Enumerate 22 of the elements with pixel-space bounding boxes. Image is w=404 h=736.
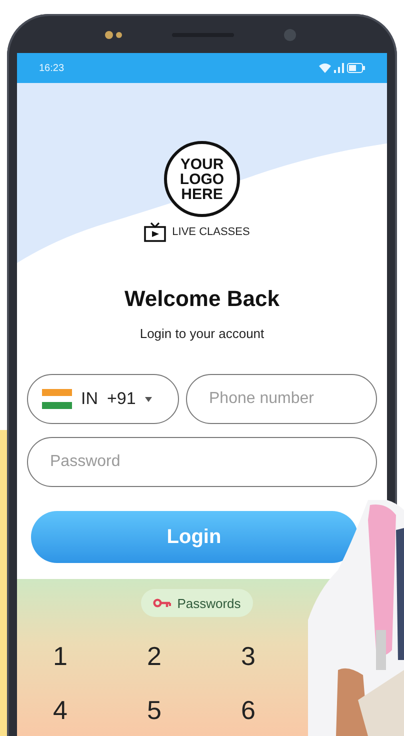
password-field[interactable]: Password [27, 437, 377, 487]
welcome-heading: Welcome Back [124, 286, 280, 312]
keyboard-key[interactable]: 1 [53, 639, 68, 673]
passwords-suggestion[interactable]: Passwords [141, 589, 253, 617]
logo-text: YOUR LOGO HERE [178, 156, 226, 202]
keyboard-key[interactable]: 6 [241, 693, 256, 727]
logo-tagline: LIVE CLASSES [172, 226, 250, 238]
keyboard-key[interactable]: 2 [147, 639, 162, 673]
caret-icon [144, 396, 152, 402]
login-subtitle: Login to your account [140, 326, 264, 341]
wifi-icon [319, 63, 331, 73]
keyboard-key[interactable]: 3 [241, 639, 256, 673]
india-flag-icon [42, 389, 72, 409]
tv-play-icon [144, 222, 166, 242]
phone-number-field[interactable]: Phone number [186, 374, 377, 424]
keyboard-key[interactable]: 4 [53, 693, 68, 727]
country-picker[interactable]: IN +91 [27, 374, 179, 424]
battery-icon [347, 63, 365, 73]
key-icon [153, 598, 172, 608]
status-time: 16:23 [39, 62, 64, 74]
signal-icon [334, 63, 344, 73]
keyboard-key[interactable]: 5 [147, 693, 162, 727]
